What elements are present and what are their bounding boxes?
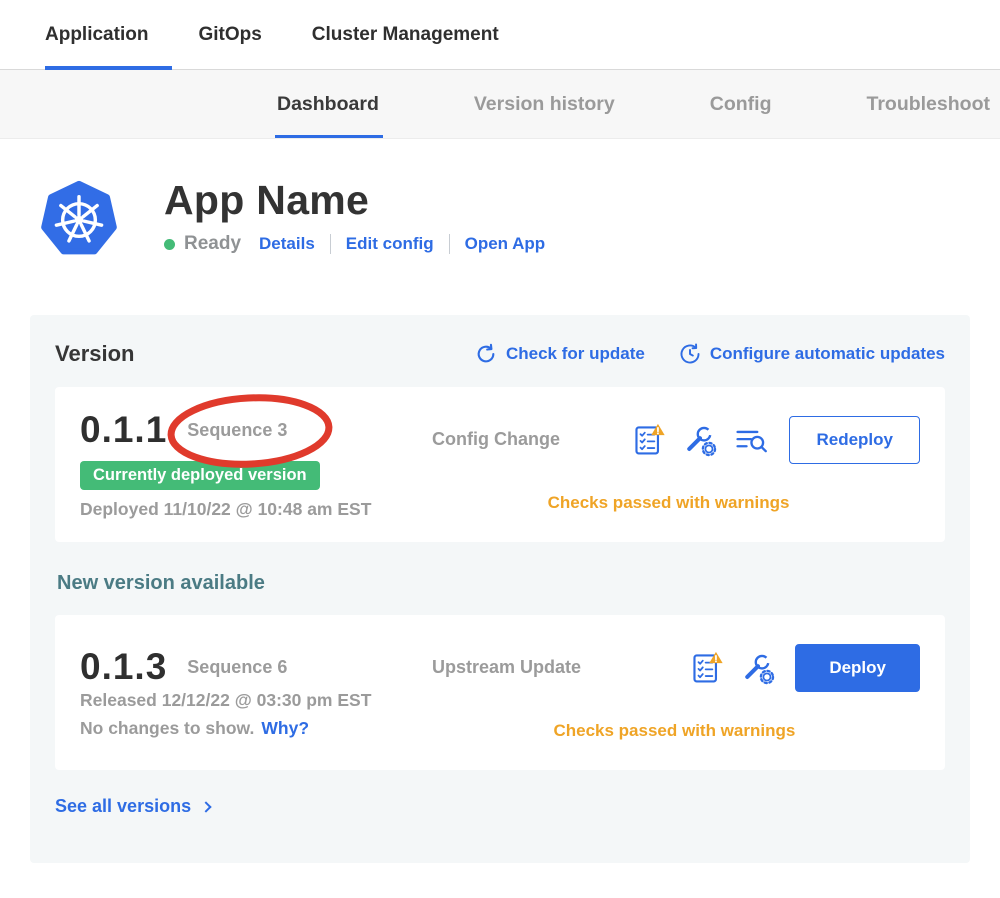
check-for-update-link[interactable]: Check for update — [475, 343, 645, 365]
see-all-versions-link[interactable]: See all versions — [55, 796, 210, 817]
redeploy-button[interactable]: Redeploy — [789, 416, 920, 464]
checks-warning-text: Checks passed with warnings — [432, 493, 789, 513]
version-heading: Version — [55, 341, 134, 367]
tab-cluster-management[interactable]: Cluster Management — [312, 0, 499, 69]
preflight-checks-icon[interactable] — [632, 423, 666, 457]
kubernetes-logo-icon — [36, 177, 122, 263]
configure-auto-updates-link[interactable]: Configure automatic updates — [679, 343, 945, 365]
deploy-button[interactable]: Deploy — [795, 644, 920, 692]
tab-config[interactable]: Config — [710, 70, 772, 138]
primary-nav: Application GitOps Cluster Management — [0, 0, 1000, 70]
divider — [449, 234, 450, 254]
version-panel-header: Version Check for update — [55, 341, 945, 367]
tab-dashboard[interactable]: Dashboard — [277, 70, 379, 138]
new-sequence-label: Sequence 6 — [187, 657, 287, 678]
tab-gitops[interactable]: GitOps — [198, 0, 261, 69]
chevron-right-icon — [200, 801, 211, 812]
status-badge: Ready — [184, 233, 241, 255]
config-wrench-icon[interactable] — [683, 423, 717, 457]
tab-troubleshoot[interactable]: Troubleshoot — [866, 70, 990, 138]
open-app-link[interactable]: Open App — [465, 234, 546, 254]
version-source-label: Upstream Update — [432, 657, 602, 678]
view-files-icon[interactable] — [734, 423, 768, 457]
see-all-versions-label: See all versions — [55, 796, 191, 817]
tab-application[interactable]: Application — [45, 0, 148, 69]
page-title: App Name — [164, 177, 545, 224]
divider — [330, 234, 331, 254]
refresh-icon — [475, 343, 497, 365]
no-changes-text: No changes to show. — [80, 718, 254, 739]
current-version-card: 0.1.1 Sequence 3 Currently deployed vers… — [55, 387, 945, 542]
configure-auto-updates-label: Configure automatic updates — [710, 344, 945, 364]
version-panel-actions: Check for update Configure automatic upd… — [475, 343, 945, 365]
edit-config-link[interactable]: Edit config — [346, 234, 434, 254]
app-header: App Name Ready Details Edit config Open … — [0, 139, 1000, 263]
version-action-icons — [602, 651, 775, 685]
new-version-card: 0.1.3 Sequence 6 Released 12/12/22 @ 03:… — [55, 615, 945, 770]
why-link[interactable]: Why? — [261, 718, 309, 739]
version-panel: Version Check for update — [30, 315, 970, 863]
config-wrench-icon[interactable] — [741, 651, 775, 685]
current-sequence-label: Sequence 3 — [187, 420, 287, 441]
new-version-number: 0.1.3 — [80, 646, 167, 688]
preflight-checks-icon[interactable] — [690, 651, 724, 685]
current-version-number: 0.1.1 — [80, 409, 167, 451]
current-version-info: 0.1.1 Sequence 3 Currently deployed vers… — [80, 409, 432, 520]
version-action-icons — [602, 423, 789, 457]
version-source-label: Config Change — [432, 429, 602, 450]
details-link[interactable]: Details — [259, 234, 315, 254]
released-timestamp: Released 12/12/22 @ 03:30 pm EST — [80, 690, 432, 711]
status-dot-icon — [164, 239, 175, 250]
tab-version-history[interactable]: Version history — [474, 70, 615, 138]
new-version-info: 0.1.3 Sequence 6 Released 12/12/22 @ 03:… — [80, 646, 432, 739]
check-for-update-label: Check for update — [506, 344, 645, 364]
currently-deployed-badge: Currently deployed version — [80, 461, 320, 490]
checks-warning-text: Checks passed with warnings — [432, 721, 795, 741]
app-sub-nav: Dashboard Version history Config Trouble… — [0, 70, 1000, 139]
auto-update-icon — [679, 343, 701, 365]
new-version-heading: New version available — [57, 572, 945, 595]
app-status-row: Ready Details Edit config Open App — [164, 233, 545, 255]
deployed-timestamp: Deployed 11/10/22 @ 10:48 am EST — [80, 499, 432, 520]
